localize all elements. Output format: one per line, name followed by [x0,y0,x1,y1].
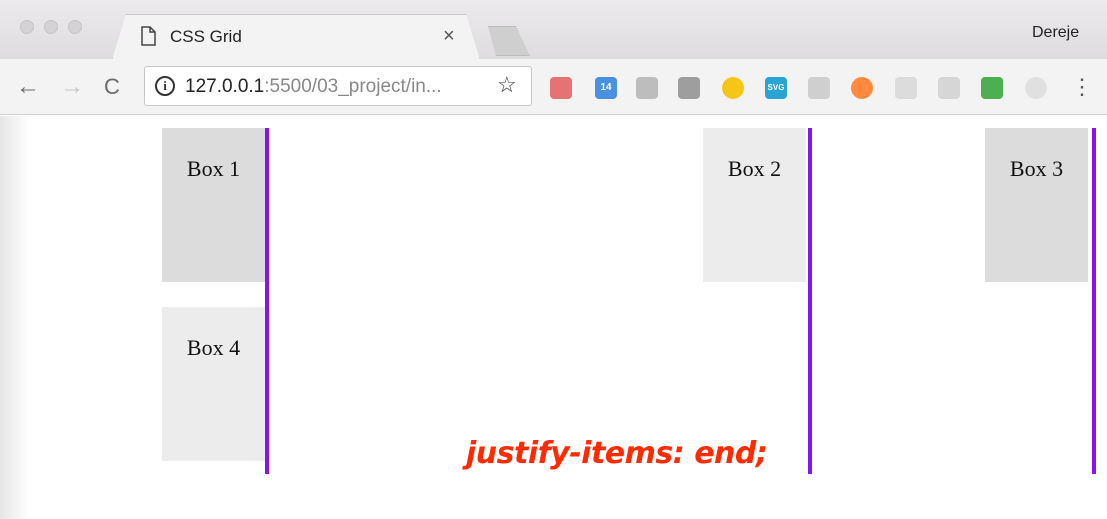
json-viewer-icon[interactable] [636,77,658,99]
page-viewport: Box 1 Box 2 Box 3 Box 4 justify-items: e… [0,116,1107,519]
devtools-edge-shadow [0,116,30,519]
tab-close-icon[interactable]: × [443,24,455,48]
book-icon[interactable] [550,77,572,99]
document-icon [141,26,156,46]
grid-column-line-1 [265,128,269,474]
react-icon[interactable] [938,77,960,99]
reload-button[interactable]: C [104,72,120,102]
classroom-icon[interactable] [981,77,1003,99]
browser-toolbar: ← → C i 127.0.0.1:5500/03_project/in... … [0,59,1107,115]
tab-css-grid[interactable] [112,14,480,60]
grid-column-line-2 [808,128,812,474]
forward-button[interactable]: → [60,72,84,102]
new-tab-button[interactable] [482,26,530,56]
menu-icon[interactable]: ⋮ [1071,74,1093,100]
calendar-14-icon[interactable]: 14 [595,77,617,99]
back-button[interactable]: ← [16,72,40,102]
minimize-window-button[interactable] [44,20,58,34]
braces-icon[interactable] [678,77,700,99]
bookmark-star-icon[interactable]: ☆ [497,72,517,98]
grid-column-line-3 [1092,128,1096,474]
lifebuoy-icon[interactable] [851,77,873,99]
grid-box-4: Box 4 [162,307,265,461]
svg-icon[interactable]: SVG [765,77,787,99]
info-icon[interactable]: i [155,76,175,96]
profile-name[interactable]: Dereje [1032,24,1079,42]
caption-text: justify-items: end; [466,436,768,471]
target-icon[interactable] [1025,77,1047,99]
moon-icon[interactable] [722,77,744,99]
grid-box-1: Box 1 [162,128,265,282]
address-bar[interactable]: i 127.0.0.1:5500/03_project/in... ☆ [144,66,532,106]
url-text[interactable]: 127.0.0.1:5500/03_project/in... [185,76,442,98]
title-bar: CSS Grid × Dereje [0,0,1107,59]
zoom-window-button[interactable] [68,20,82,34]
close-window-button[interactable] [20,20,34,34]
pen-icon[interactable] [808,77,830,99]
tab-title: CSS Grid [170,27,242,46]
grid-box-2: Box 2 [703,128,806,282]
leaf-icon[interactable] [895,77,917,99]
grid-box-3: Box 3 [985,128,1088,282]
